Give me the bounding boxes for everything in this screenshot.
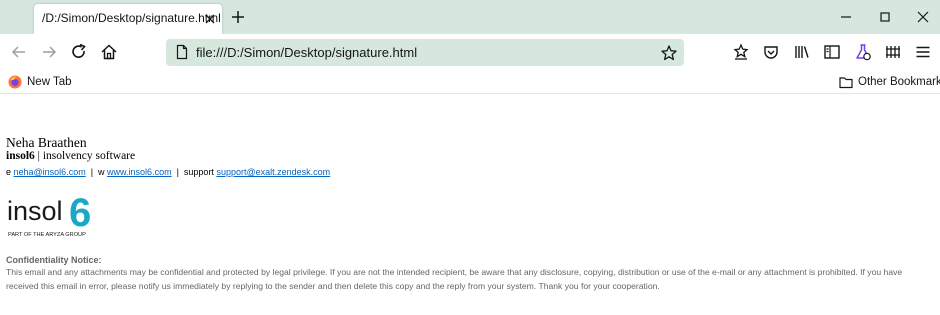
separator-website: | w (85, 167, 108, 177)
forward-arrow-icon[interactable] (39, 42, 59, 62)
back-arrow-icon[interactable] (9, 42, 29, 62)
window-close-icon[interactable] (914, 8, 932, 26)
company-name: insol6 (6, 150, 35, 162)
support-link[interactable]: support@exalt.zendesk.com (216, 167, 330, 177)
maximize-icon[interactable] (876, 8, 894, 26)
pocket-icon[interactable] (761, 42, 781, 62)
company-tagline: | insolvency software (34, 150, 136, 162)
minimize-icon[interactable] (837, 8, 855, 26)
bookmark-label: New Tab (27, 76, 72, 88)
flask-extension-icon[interactable] (853, 42, 873, 62)
document-icon (176, 44, 188, 60)
confidentiality-body: This email and any attachments may be co… (6, 267, 903, 291)
logo-tagline: PART OF THE ARYZA GROUP (8, 232, 86, 238)
home-icon[interactable] (99, 42, 119, 62)
extension-grid-icon[interactable] (883, 42, 903, 62)
signature-name: Neha Braathen (6, 135, 87, 150)
tab-title: /D:/Simon/Desktop/signature.html (42, 11, 221, 25)
signature-contact-line: e neha@insol6.com | w www.insol6.com | s… (6, 167, 330, 177)
bookmark-star-list-icon[interactable] (731, 42, 751, 62)
tab-signature[interactable]: /D:/Simon/Desktop/signature.html (34, 4, 222, 34)
logo-digit: 6 (69, 194, 91, 235)
navigation-toolbar: file:///D:/Simon/Desktop/signature.html (0, 34, 940, 70)
page-content: Neha Braathen insol6 | insolvency softwa… (0, 95, 940, 315)
url-bar[interactable]: file:///D:/Simon/Desktop/signature.html (166, 39, 684, 66)
bookmark-star-icon[interactable] (660, 44, 678, 62)
sidebar-icon[interactable] (822, 42, 842, 62)
signature-company: insol6 | insolvency software (6, 150, 135, 162)
separator-support: | support (171, 167, 217, 177)
website-link[interactable]: www.insol6.com (107, 167, 172, 177)
confidentiality-title: Confidentiality Notice: (6, 255, 102, 265)
new-tab-plus-icon[interactable] (229, 8, 247, 26)
menu-icon[interactable] (913, 42, 933, 62)
insol6-logo: insol 6 PART OF THE ARYZA GROUP (7, 194, 91, 238)
reload-icon[interactable] (69, 42, 89, 62)
bookmark-new-tab[interactable]: New Tab (8, 74, 72, 90)
url-text[interactable]: file:///D:/Simon/Desktop/signature.html (196, 45, 417, 60)
email-prefix: e (6, 167, 14, 177)
other-bookmarks-label: Other Bookmarks (858, 76, 940, 88)
close-icon[interactable] (202, 11, 218, 27)
library-icon[interactable] (792, 42, 812, 62)
email-link[interactable]: neha@insol6.com (14, 167, 86, 177)
firefox-icon (8, 75, 22, 89)
other-bookmarks[interactable]: Other Bookmarks (839, 74, 940, 90)
tab-strip: /D:/Simon/Desktop/signature.html (0, 0, 940, 34)
folder-icon (839, 76, 853, 88)
logo-wordmark: insol (7, 196, 63, 226)
bookmarks-toolbar: New Tab Other Bookmarks (0, 70, 940, 94)
